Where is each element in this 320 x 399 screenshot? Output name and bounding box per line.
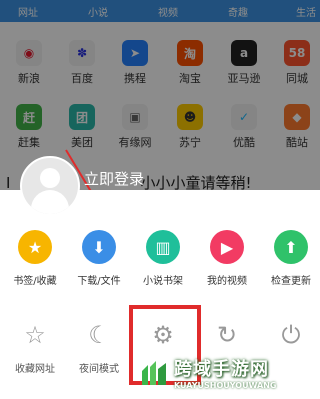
menu-item-label: 小说书架 xyxy=(143,276,183,287)
user-avatar[interactable] xyxy=(20,156,80,216)
menu-item-label: 检查更新 xyxy=(271,276,311,287)
menu-item-star[interactable]: ★ 书签/收藏 xyxy=(3,230,67,287)
watermark-subtitle: KUAYUSHOUYOUWANG xyxy=(174,381,277,390)
menu-item-label: 夜间模式 xyxy=(79,364,119,375)
menu-item-label: 书签/收藏 xyxy=(13,276,57,287)
refresh-icon: ↻ xyxy=(216,321,238,349)
upload-arrow-icon: ⬆ xyxy=(274,230,308,264)
watermark: 跨域手游网 KUAYUSHOUYOUWANG xyxy=(140,355,320,399)
menu-item-label: 下载/文件 xyxy=(77,276,121,287)
menu-item-power[interactable]: ⏻ xyxy=(259,318,320,360)
moon-icon: ☾ xyxy=(88,321,110,349)
power-icon: ⏻ xyxy=(281,321,301,349)
menu-item-moon[interactable]: ☾ 夜间模式 xyxy=(67,318,131,375)
download-icon: ⬇ xyxy=(82,230,116,264)
menu-item-refresh[interactable]: ↻ xyxy=(195,318,259,360)
menu-item-play[interactable]: ▶ 我的视频 xyxy=(195,230,259,287)
menu-item-add-favorite[interactable]: ☆ 收藏网址 xyxy=(3,318,67,375)
add-favorite-icon: ☆ xyxy=(24,321,46,349)
menu-item-label: 我的视频 xyxy=(207,276,247,287)
book-icon: ▥ xyxy=(146,230,180,264)
menu-item-upload-arrow[interactable]: ⬆ 检查更新 xyxy=(259,230,320,287)
play-icon: ▶ xyxy=(210,230,244,264)
menu-item-download[interactable]: ⬇ 下载/文件 xyxy=(67,230,131,287)
menu-item-book[interactable]: ▥ 小说书架 xyxy=(131,230,195,287)
menu-item-label: 收藏网址 xyxy=(15,364,55,375)
star-icon: ★ xyxy=(18,230,52,264)
watermark-logo-icon xyxy=(142,361,166,385)
watermark-title: 跨域手游网 xyxy=(174,359,269,380)
login-link[interactable]: 立即登录 xyxy=(84,168,144,189)
